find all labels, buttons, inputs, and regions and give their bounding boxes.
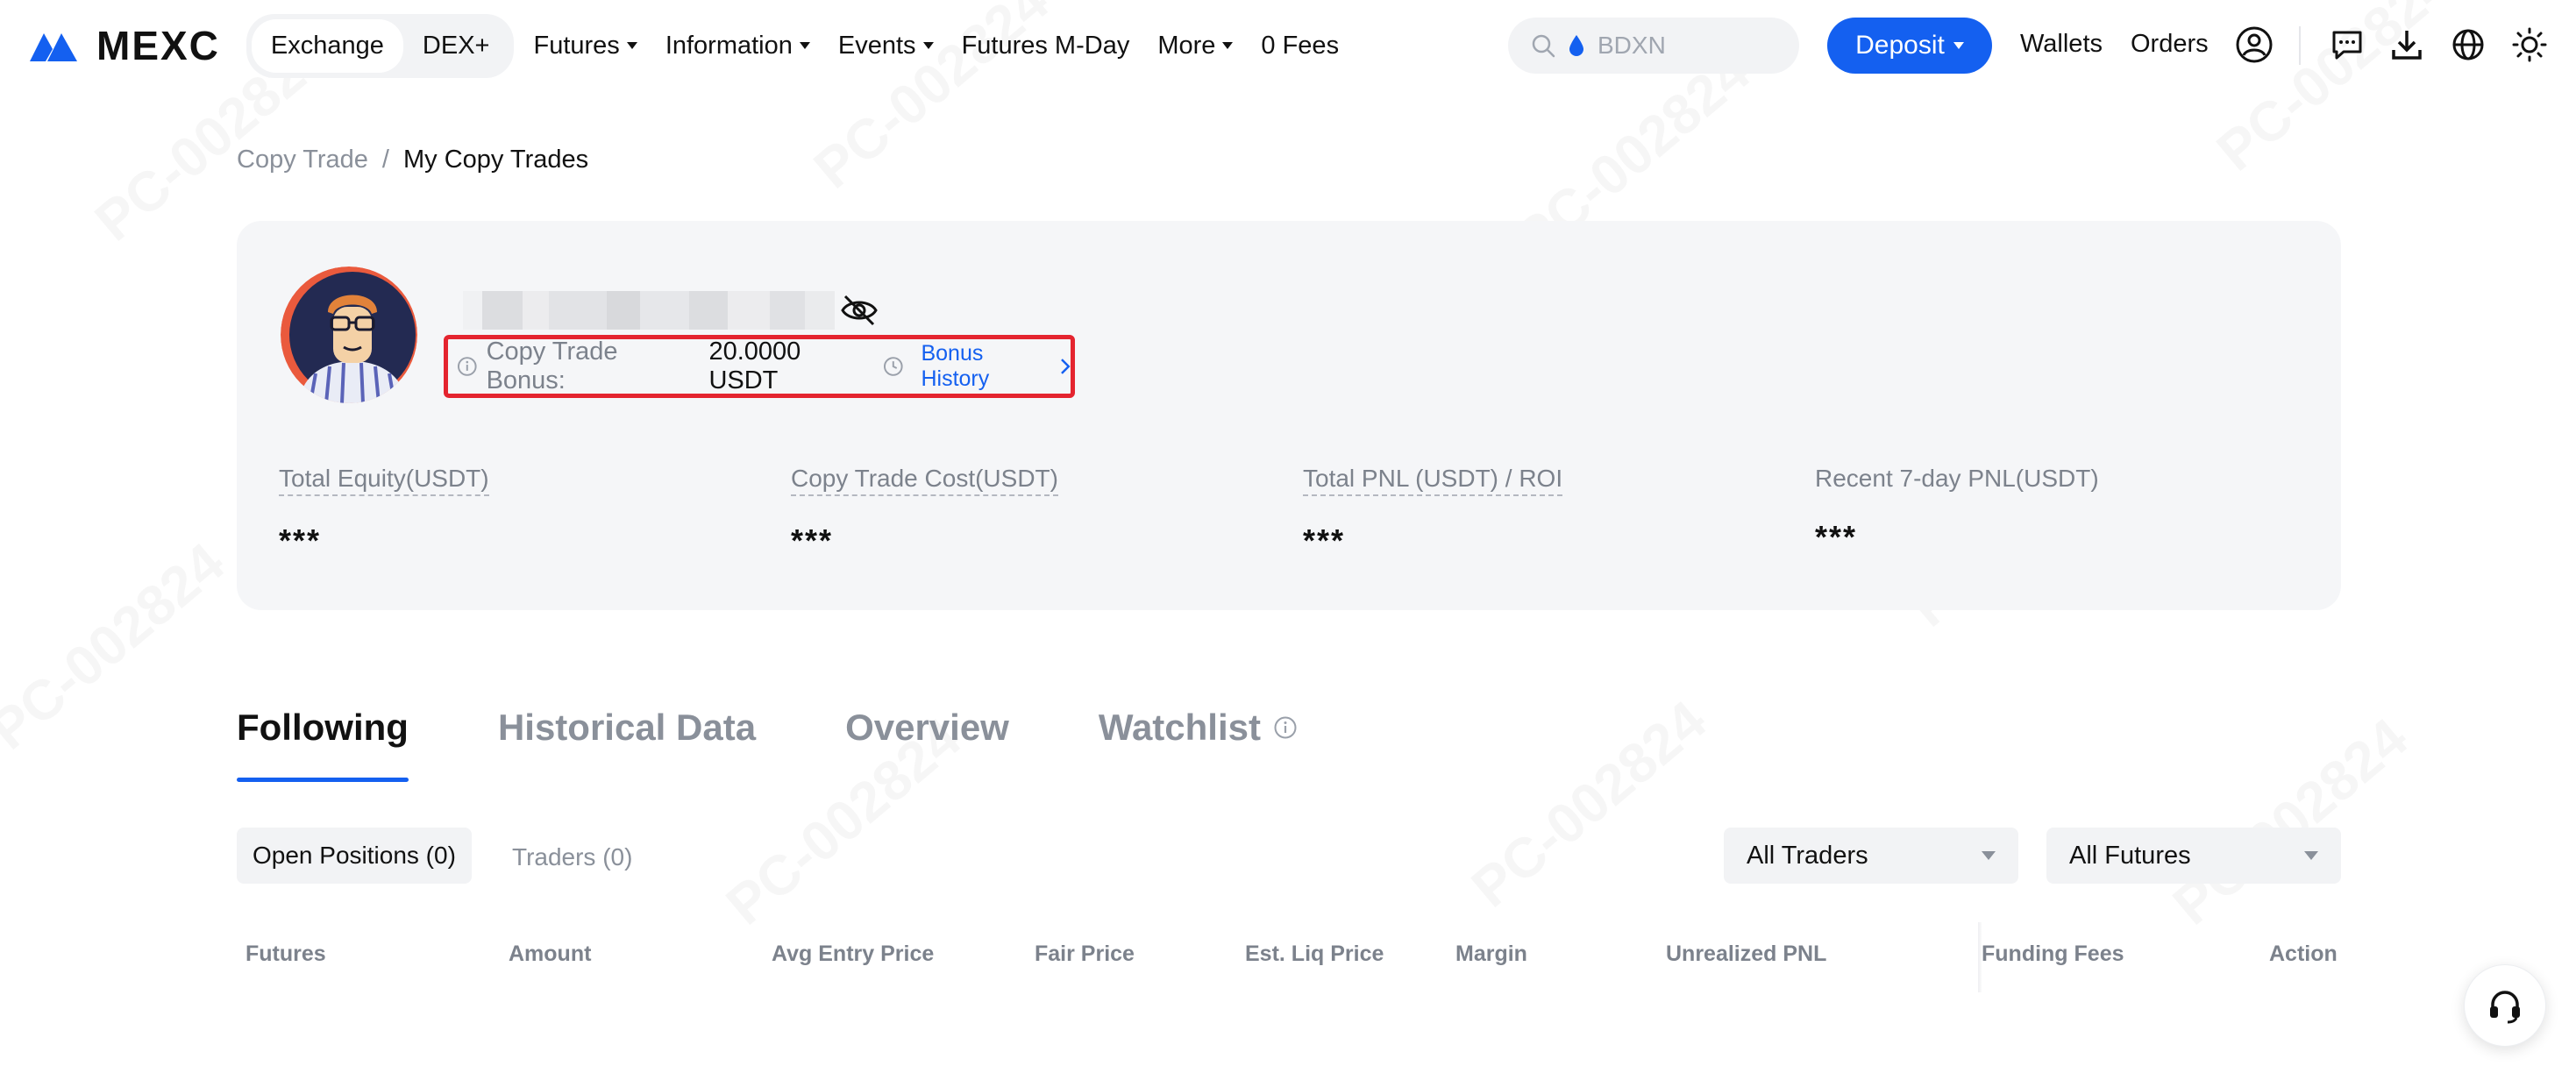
traders-filter-select[interactable]: All Traders: [1724, 828, 2018, 884]
message-icon[interactable]: [2327, 25, 2367, 65]
search-icon: [1532, 34, 1555, 58]
col-action: Action: [2269, 942, 2338, 966]
nav-information-label: Information: [665, 31, 793, 60]
masked-username: [463, 291, 856, 330]
stat-label[interactable]: Total Equity(USDT): [279, 465, 489, 496]
caret-down-icon: [922, 42, 934, 49]
col-futures: Futures: [246, 942, 326, 966]
stat-value: ***: [1303, 522, 1346, 558]
profile-card: Copy Trade Bonus: 20.0000 USDT Bonus His…: [237, 221, 2341, 610]
stat-label: Recent 7-day PNL(USDT): [1815, 465, 2099, 492]
traders-filter-value: All Traders: [1747, 841, 1868, 870]
nav-futures-mday-label: Futures M-Day: [961, 31, 1130, 60]
caret-down-icon: [626, 42, 637, 49]
nav-zero-fees-label: 0 Fees: [1261, 31, 1340, 60]
chevron-right-icon: [1061, 359, 1071, 374]
nav-events[interactable]: Events: [838, 32, 934, 60]
main-nav: Futures Information Events Futures M-Day…: [533, 32, 1339, 60]
bonus-history-link[interactable]: Bonus History: [921, 341, 1071, 392]
nav-information[interactable]: Information: [665, 32, 810, 60]
market-switch: Exchange DEX+: [246, 13, 515, 78]
stat-value: ***: [791, 522, 834, 558]
search-placeholder: BDXN: [1598, 32, 1666, 59]
stat-label[interactable]: Total PNL (USDT) / ROI: [1303, 465, 1563, 496]
subtab-open-positions[interactable]: Open Positions (0): [237, 828, 472, 884]
caret-down-icon: [1953, 42, 1964, 49]
stats-row: Total Equity(USDT) *** Copy Trade Cost(U…: [279, 465, 2330, 559]
watermark-text: PC-002824: [2160, 706, 2420, 938]
download-icon[interactable]: [2387, 25, 2427, 65]
futures-filter-value: All Futures: [2069, 841, 2191, 870]
stat-recent-7day-pnl: Recent 7-day PNL(USDT) ***: [1815, 465, 2327, 559]
col-amount: Amount: [509, 942, 592, 966]
eye-hidden-icon[interactable]: [840, 293, 879, 328]
caret-down-icon: [799, 42, 810, 49]
col-avg-entry-price: Avg Entry Price: [772, 942, 935, 966]
positions-table-header: Futures Amount Avg Entry Price Fair Pric…: [237, 942, 2341, 980]
futures-filter-select[interactable]: All Futures: [2046, 828, 2341, 884]
headset-icon: [2490, 991, 2520, 1024]
dex-toggle[interactable]: DEX+: [403, 19, 509, 73]
col-fair-price: Fair Price: [1035, 942, 1135, 966]
breadcrumb-copy-trade[interactable]: Copy Trade: [237, 146, 368, 174]
watermark-text: PC-002824: [1459, 688, 1719, 920]
breadcrumb-separator: /: [381, 146, 389, 174]
subtab-traders[interactable]: Traders (0): [512, 843, 632, 871]
deposit-button[interactable]: Deposit: [1827, 18, 1992, 74]
stat-total-pnl: Total PNL (USDT) / ROI ***: [1303, 465, 1815, 559]
caret-down-icon: [2304, 851, 2318, 860]
caret-down-icon: [1982, 851, 1996, 860]
orders-link[interactable]: Orders: [2131, 30, 2209, 59]
bonus-label: Copy Trade Bonus:: [486, 338, 618, 394]
nav-more-label: More: [1157, 31, 1216, 60]
bonus-history-label: Bonus History: [921, 341, 990, 391]
col-est-liq-price: Est. Liq Price: [1245, 942, 1384, 966]
water-drop-icon: [1569, 35, 1583, 56]
user-icon[interactable]: [2234, 25, 2274, 65]
brand-name: MEXC: [96, 23, 220, 68]
stat-value: ***: [1815, 519, 1858, 555]
mexc-logo-icon: [30, 33, 77, 61]
nav-more[interactable]: More: [1157, 31, 1234, 60]
info-icon[interactable]: [1273, 715, 1298, 740]
bonus-value: 20.0000 USDT: [708, 338, 801, 394]
tab-following[interactable]: Following: [237, 707, 409, 782]
nav-zero-fees[interactable]: 0 Fees: [1261, 32, 1339, 60]
stat-value: ***: [279, 522, 322, 558]
watermark-text: PC-002824: [0, 530, 237, 763]
avatar: [281, 266, 417, 403]
tab-watchlist-label: Watchlist: [1098, 707, 1261, 748]
caret-down-icon: [1222, 42, 1234, 49]
col-unrealized-pnl: Unrealized PNL: [1666, 942, 1827, 966]
breadcrumb-current: My Copy Trades: [402, 146, 589, 174]
logo[interactable]: MEXC: [28, 22, 220, 69]
col-funding-fees: Funding Fees: [1982, 942, 2124, 966]
bonus-highlight: Copy Trade Bonus: 20.0000 USDT Bonus His…: [444, 335, 1075, 398]
nav-futures[interactable]: Futures: [533, 32, 637, 60]
tab-watchlist[interactable]: Watchlist: [1099, 707, 1298, 749]
clock-icon[interactable]: [883, 356, 904, 377]
info-icon[interactable]: [457, 356, 478, 377]
globe-icon[interactable]: [2448, 25, 2488, 65]
nav-futures-mday[interactable]: Futures M-Day: [962, 32, 1130, 60]
search-input[interactable]: BDXN: [1508, 18, 1799, 74]
tab-overview[interactable]: Overview: [845, 707, 1009, 749]
breadcrumb: Copy Trade / My Copy Trades: [237, 146, 588, 174]
theme-sun-icon[interactable]: [2509, 25, 2550, 65]
wallets-link[interactable]: Wallets: [2020, 30, 2103, 59]
exchange-toggle[interactable]: Exchange: [251, 18, 403, 73]
header-divider: [2299, 26, 2301, 65]
deposit-label: Deposit: [1855, 31, 1945, 60]
nav-events-label: Events: [837, 31, 916, 60]
stat-copy-trade-cost: Copy Trade Cost(USDT) ***: [791, 465, 1303, 559]
stat-total-equity: Total Equity(USDT) ***: [279, 465, 791, 559]
nav-futures-label: Futures: [533, 31, 620, 60]
tab-historical-data[interactable]: Historical Data: [498, 707, 756, 749]
col-margin: Margin: [1455, 942, 1527, 966]
support-chat-button[interactable]: [2464, 964, 2546, 1047]
stat-label[interactable]: Copy Trade Cost(USDT): [791, 465, 1058, 496]
main-tabs: Following Historical Data Overview Watch…: [237, 707, 1298, 782]
